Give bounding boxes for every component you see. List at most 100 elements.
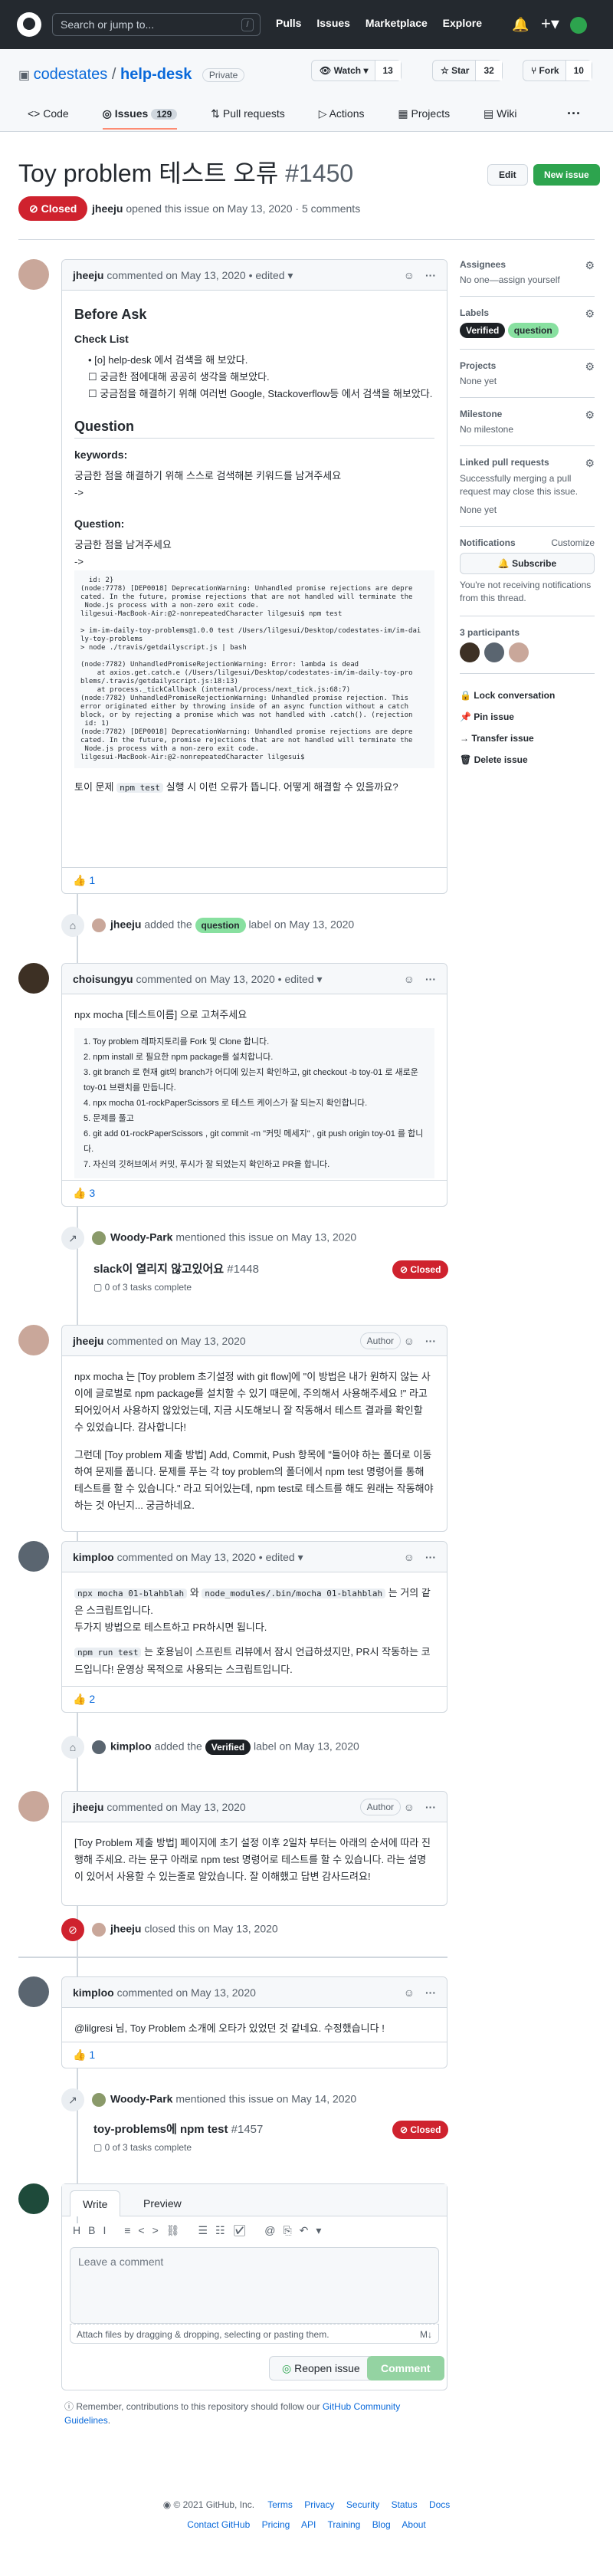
kebab-menu-icon[interactable]: ··· [425, 1326, 436, 1356]
gear-icon[interactable]: ⚙ [585, 259, 595, 272]
bell-icon[interactable]: 🔔 [512, 17, 529, 33]
tab-preview[interactable]: Preview [131, 2190, 194, 2216]
footer-link-status[interactable]: Status [392, 2499, 418, 2510]
new-issue-button[interactable]: New issue [533, 164, 600, 186]
tab-actions[interactable]: ▷ Actions [319, 107, 365, 120]
footer-link-security[interactable]: Security [346, 2499, 379, 2510]
comment-author[interactable]: kimploo [73, 1551, 114, 1563]
event-actor[interactable]: kimploo [110, 1740, 152, 1753]
assignees-heading[interactable]: Assignees [460, 259, 595, 270]
avatar[interactable] [460, 642, 480, 662]
nav-pulls[interactable]: Pulls [276, 17, 301, 29]
ref-issue-link[interactable]: slack이 열리지 않고있어요 #1448 [93, 1260, 259, 1276]
transfer-issue-link[interactable]: → Transfer issue [460, 728, 595, 749]
avatar[interactable] [18, 1325, 49, 1355]
footer-link-api[interactable]: API [301, 2519, 316, 2530]
event-actor[interactable]: jheeju [110, 1923, 141, 1935]
reaction-thumbs-up[interactable]: 👍 3 [62, 1180, 447, 1206]
repo-owner-link[interactable]: codestates [34, 66, 108, 83]
tab-wiki[interactable]: ▤ Wiki [484, 107, 517, 120]
comment-author[interactable]: kimploo [73, 1986, 114, 1999]
watch-count[interactable]: 13 [374, 61, 401, 80]
comment-author[interactable]: jheeju [73, 1335, 103, 1347]
event-actor[interactable]: Woody-Park [110, 2093, 172, 2105]
attach-files-bar[interactable]: Attach files by dragging & dropping, sel… [70, 2324, 439, 2344]
smiley-icon[interactable]: ☺ [404, 1542, 415, 1572]
avatar[interactable] [92, 1923, 106, 1937]
event-actor[interactable]: jheeju [110, 918, 141, 931]
star-count[interactable]: 32 [475, 61, 502, 80]
reaction-thumbs-up[interactable]: 👍 1 [62, 867, 447, 893]
label-verified[interactable]: Verified [460, 323, 506, 338]
footer-link-privacy[interactable]: Privacy [304, 2499, 334, 2510]
label-question[interactable]: question [507, 323, 559, 338]
tab-issues[interactable]: ◎ Issues 129 [102, 107, 178, 130]
search-input[interactable]: Search or jump to... / [52, 13, 261, 36]
kebab-menu-icon[interactable]: ··· [425, 1792, 436, 1822]
avatar[interactable] [18, 1791, 49, 1822]
smiley-icon[interactable]: ☺ [404, 260, 415, 291]
avatar[interactable] [18, 1541, 49, 1572]
nav-explore[interactable]: Explore [443, 17, 482, 29]
kebab-menu-icon[interactable]: ··· [425, 260, 436, 291]
fork-count[interactable]: 10 [565, 61, 592, 80]
checkbox[interactable]: ☐ [88, 388, 100, 399]
code-icon[interactable]: <> [138, 2224, 166, 2236]
avatar[interactable] [92, 1231, 106, 1245]
kebab-menu-icon[interactable]: ··· [425, 1542, 436, 1572]
avatar[interactable] [509, 642, 529, 662]
plus-icon[interactable]: +▾ [541, 14, 559, 34]
comment-textarea[interactable]: Leave a comment [70, 2247, 439, 2324]
ref-issue-link[interactable]: toy-problems에 npm test #1457 [93, 2121, 263, 2137]
user-avatar[interactable] [570, 17, 587, 34]
gear-icon[interactable]: ⚙ [585, 457, 595, 470]
footer-link-about[interactable]: About [402, 2519, 425, 2530]
watch-button[interactable]: 👁 Watch ▾ 13 [311, 60, 402, 81]
reaction-thumbs-up[interactable]: 👍 2 [62, 1686, 447, 1712]
projects-heading[interactable]: Projects [460, 360, 595, 371]
lock-conversation-link[interactable]: 🔒 Lock conversation [460, 685, 595, 706]
github-logo-icon[interactable] [17, 12, 41, 37]
avatar[interactable] [18, 1976, 49, 2007]
tab-pull-requests[interactable]: ⇅ Pull requests [211, 107, 285, 120]
milestone-heading[interactable]: Milestone [460, 409, 595, 419]
bullet-list-icon[interactable]: ☰ [198, 2224, 215, 2236]
italic-icon[interactable]: I [103, 2224, 113, 2236]
avatar[interactable] [18, 259, 49, 290]
task-list-icon[interactable]: ☑ [233, 2224, 254, 2236]
footer-link-blog[interactable]: Blog [372, 2519, 391, 2530]
tab-write[interactable]: Write [70, 2190, 121, 2216]
kebab-menu-icon[interactable]: ··· [425, 964, 436, 994]
checkbox[interactable]: ☐ [88, 371, 100, 383]
repo-name-link[interactable]: help-desk [120, 66, 192, 83]
bold-icon[interactable]: B [88, 2224, 103, 2236]
gear-icon[interactable]: ⚙ [585, 360, 595, 373]
reference-icon[interactable]: ⎘ [283, 2224, 299, 2236]
tab-projects[interactable]: ▦ Projects [398, 107, 450, 120]
comment-button[interactable]: Comment [367, 2356, 444, 2380]
smiley-icon[interactable]: ☺ [404, 1792, 415, 1822]
avatar[interactable] [484, 642, 504, 662]
star-button[interactable]: ☆ Star 32 [432, 60, 503, 81]
label-verified[interactable]: Verified [205, 1739, 251, 1755]
label-question[interactable]: question [195, 917, 246, 933]
avatar[interactable] [92, 1740, 106, 1754]
reaction-thumbs-up[interactable]: 👍 1 [62, 2042, 447, 2068]
avatar[interactable] [92, 918, 106, 932]
pin-issue-link[interactable]: 📌 Pin issue [460, 706, 595, 728]
event-actor[interactable]: Woody-Park [110, 1231, 172, 1244]
quote-icon[interactable]: ≡ [124, 2224, 138, 2236]
smiley-icon[interactable]: ☺ [404, 1326, 415, 1356]
link-icon[interactable]: ⛓ [166, 2224, 188, 2236]
labels-heading[interactable]: Labels [460, 307, 595, 318]
mention-icon[interactable]: @ [264, 2224, 283, 2236]
customize-link[interactable]: Customize [551, 537, 595, 548]
comment-author[interactable]: choisungyu [73, 973, 133, 985]
footer-link-contact[interactable]: Contact GitHub [187, 2519, 250, 2530]
subscribe-button[interactable]: 🔔 Subscribe [460, 553, 595, 574]
fork-button[interactable]: ⑂ Fork 10 [523, 60, 592, 81]
issue-author-link[interactable]: jheeju [92, 202, 123, 215]
nav-marketplace[interactable]: Marketplace [366, 17, 428, 29]
heading-icon[interactable]: H [73, 2224, 88, 2236]
avatar[interactable] [18, 2183, 49, 2214]
